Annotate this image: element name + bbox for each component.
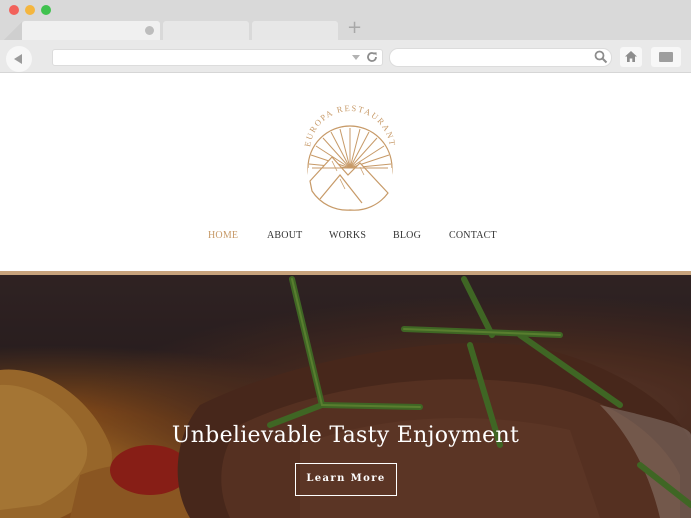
learn-more-button[interactable]: Learn More	[295, 463, 397, 496]
home-icon	[625, 51, 637, 62]
site-header: EUROPA RESTAURANT HOME ABOUT WORKS BLOG …	[0, 73, 691, 271]
nav-item-works[interactable]: WORKS	[329, 230, 366, 241]
nav-item-home[interactable]: HOME	[208, 230, 238, 241]
title-bar: +	[0, 0, 691, 40]
tab-corner	[0, 21, 22, 40]
browser-toolbar	[0, 40, 691, 73]
hero-title: Unbelievable Tasty Enjoyment	[171, 423, 520, 448]
zoom-window-button[interactable]	[41, 5, 51, 15]
main-nav: HOME ABOUT WORKS BLOG CONTACT	[0, 230, 691, 246]
nav-item-blog[interactable]: BLOG	[393, 230, 421, 241]
back-button[interactable]	[6, 46, 32, 72]
close-window-button[interactable]	[9, 5, 19, 15]
nav-item-contact[interactable]: CONTACT	[449, 230, 497, 241]
tab-active[interactable]	[22, 21, 160, 40]
search-input[interactable]	[389, 48, 612, 67]
minimize-window-button[interactable]	[25, 5, 35, 15]
menu-icon	[659, 52, 673, 62]
hero-banner: Unbelievable Tasty Enjoyment Learn More	[0, 275, 691, 518]
nav-item-about[interactable]: ABOUT	[267, 230, 302, 241]
back-icon	[14, 54, 22, 64]
menu-button[interactable]	[651, 47, 681, 67]
restaurant-logo[interactable]: EUROPA RESTAURANT	[290, 91, 410, 211]
reload-icon[interactable]	[365, 50, 379, 64]
tab-2[interactable]	[163, 21, 249, 40]
new-tab-button[interactable]: +	[347, 18, 362, 38]
search-icon[interactable]	[594, 50, 608, 64]
browser-window: + EUROPA RESTAURANT HOME ABOUT WORKS BLO…	[0, 0, 691, 518]
address-bar[interactable]	[52, 49, 383, 66]
close-tab-icon[interactable]	[145, 26, 154, 35]
dropdown-arrow-icon[interactable]	[352, 55, 360, 60]
tab-3[interactable]	[252, 21, 338, 40]
home-button[interactable]	[620, 47, 642, 67]
